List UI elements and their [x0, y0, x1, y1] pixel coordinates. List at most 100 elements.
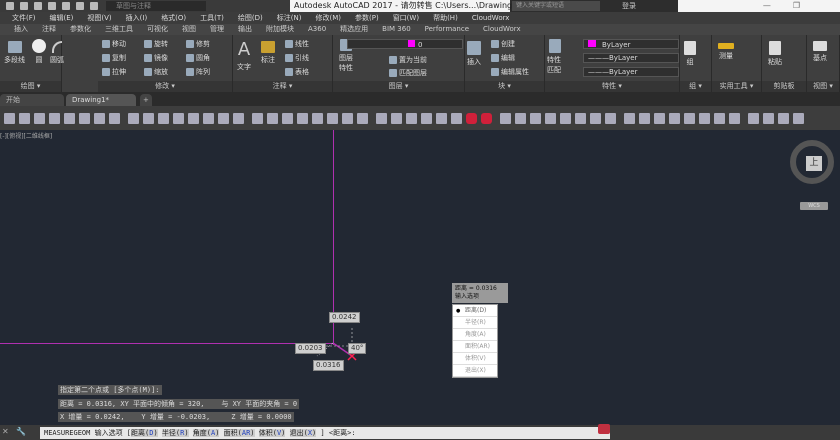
toolbar-tool-icon[interactable]	[79, 112, 90, 124]
login-button[interactable]: 登录	[622, 0, 636, 12]
base-point-button[interactable]: 基点	[813, 41, 827, 63]
paste-button[interactable]: 粘贴	[768, 41, 782, 67]
toolbar-tool-icon[interactable]	[530, 112, 541, 124]
modify-0-button[interactable]: 移动	[102, 39, 126, 49]
app-menu-icon[interactable]	[6, 2, 14, 10]
new-icon[interactable]	[20, 2, 28, 10]
menu-item[interactable]: CloudWorx	[472, 12, 510, 24]
save-icon[interactable]	[48, 2, 56, 10]
toolbar-tool-icon[interactable]	[218, 112, 229, 124]
open-icon[interactable]	[34, 2, 42, 10]
maximize-icon[interactable]: ❐	[793, 0, 800, 12]
command-option[interactable]: 角度(A)	[192, 429, 220, 437]
modify-3-button[interactable]: 复制	[102, 53, 126, 63]
modify-1-button[interactable]: 旋转	[144, 39, 168, 49]
toolbar-tool-icon[interactable]	[327, 112, 338, 124]
undo-icon[interactable]	[76, 2, 84, 10]
tab-drawing1[interactable]: Drawing1*	[66, 94, 136, 106]
option-1[interactable]: 半径(R)	[453, 317, 497, 329]
modify-5-button[interactable]: 圆角	[186, 53, 210, 63]
modify-8-button[interactable]: 阵列	[186, 67, 210, 77]
toolbar-tool-icon[interactable]	[500, 112, 511, 124]
ribbon-tab[interactable]: 可视化	[147, 24, 168, 35]
toolbar-tool-icon[interactable]	[342, 112, 353, 124]
menu-item[interactable]: 绘图(D)	[238, 12, 263, 24]
ribbon-tab[interactable]: 视图	[182, 24, 196, 35]
create-block-button[interactable]: 创建	[491, 39, 515, 49]
leader-button[interactable]: 引线	[285, 53, 309, 63]
menu-item[interactable]: 窗口(W)	[393, 12, 419, 24]
color-dropdown[interactable]: ByLayer	[583, 39, 679, 49]
measure-button[interactable]: 测量	[718, 43, 734, 61]
insert-button[interactable]: 插入	[467, 41, 481, 67]
option-4[interactable]: 体积(V)	[453, 353, 497, 365]
ribbon-tab[interactable]: 参数化	[70, 24, 91, 35]
toolbar-tool-icon[interactable]	[19, 112, 30, 124]
toolbar-tool-icon[interactable]	[267, 112, 278, 124]
toolbar-tool-icon[interactable]	[312, 112, 323, 124]
set-current-button[interactable]: 置为当前	[389, 55, 427, 65]
ribbon-tab[interactable]: 注释	[42, 24, 56, 35]
text-button[interactable]: A 文字	[237, 39, 251, 72]
command-option[interactable]: 面积(AR)	[223, 429, 255, 437]
arc-button[interactable]: 圆弧	[50, 41, 64, 65]
toolbar-tool-icon[interactable]	[357, 112, 368, 124]
command-option[interactable]: 体积(V)	[258, 429, 286, 437]
toolbar-tool-icon[interactable]	[4, 112, 15, 124]
polyline-button[interactable]: 多段线	[4, 41, 25, 65]
ribbon-tab[interactable]: 精选应用	[340, 24, 368, 35]
layer-dropdown[interactable]: 0	[347, 39, 463, 49]
new-tab-button[interactable]: +	[140, 94, 152, 106]
menu-item[interactable]: 帮助(H)	[433, 12, 458, 24]
toolbar-tool-icon[interactable]	[778, 112, 789, 124]
toolbar-tool-icon[interactable]	[421, 112, 432, 124]
toolbar-tool-icon[interactable]	[466, 112, 477, 124]
menu-item[interactable]: 编辑(E)	[50, 12, 74, 24]
toolbar-tool-icon[interactable]	[605, 112, 616, 124]
group-button[interactable]: 组	[684, 41, 696, 67]
toolbar-tool-icon[interactable]	[34, 112, 45, 124]
option-3[interactable]: 面积(AR)	[453, 341, 497, 353]
toolbar-tool-icon[interactable]	[109, 112, 120, 124]
menu-item[interactable]: 文件(F)	[12, 12, 36, 24]
toolbar-tool-icon[interactable]	[590, 112, 601, 124]
toolbar-tool-icon[interactable]	[282, 112, 293, 124]
toolbar-tool-icon[interactable]	[639, 112, 650, 124]
ribbon-tab[interactable]: CloudWorx	[483, 24, 521, 35]
toolbar-tool-icon[interactable]	[699, 112, 710, 124]
toolbar-tool-icon[interactable]	[560, 112, 571, 124]
toolbar-tool-icon[interactable]	[481, 112, 492, 124]
toolbar-tool-icon[interactable]	[391, 112, 402, 124]
toolbar-tool-icon[interactable]	[233, 112, 244, 124]
toolbar-tool-icon[interactable]	[94, 112, 105, 124]
toolbar-tool-icon[interactable]	[436, 112, 447, 124]
dimension-button[interactable]: 标注	[261, 41, 275, 65]
toolbar-tool-icon[interactable]	[252, 112, 263, 124]
modify-7-button[interactable]: 缩放	[144, 67, 168, 77]
toolbar-tool-icon[interactable]	[515, 112, 526, 124]
modify-4-button[interactable]: 镜像	[144, 53, 168, 63]
toolbar-tool-icon[interactable]	[173, 112, 184, 124]
toolbar-tool-icon[interactable]	[545, 112, 556, 124]
match-properties-button[interactable]: 特性匹配	[547, 39, 563, 75]
wrench-icon[interactable]: 🔧	[16, 427, 26, 436]
toolbar-tool-icon[interactable]	[188, 112, 199, 124]
minimize-icon[interactable]: —	[763, 0, 771, 12]
close-icon[interactable]: ✕	[2, 427, 9, 436]
ribbon-tab[interactable]: 输出	[238, 24, 252, 35]
tab-start[interactable]: 开始	[0, 94, 64, 106]
linetype-dropdown[interactable]: ———ByLayer	[583, 53, 679, 63]
option-0[interactable]: 距离(D)	[453, 305, 497, 317]
ribbon-tab[interactable]: Performance	[425, 24, 469, 35]
ribbon-tab[interactable]: 插入	[14, 24, 28, 35]
toolbar-tool-icon[interactable]	[49, 112, 60, 124]
toolbar-tool-icon[interactable]	[297, 112, 308, 124]
menu-item[interactable]: 视图(V)	[87, 12, 111, 24]
ribbon-tab[interactable]: 三维工具	[105, 24, 133, 35]
menu-item[interactable]: 工具(T)	[200, 12, 224, 24]
table-button[interactable]: 表格	[285, 67, 309, 77]
toolbar-tool-icon[interactable]	[684, 112, 695, 124]
toolbar-tool-icon[interactable]	[376, 112, 387, 124]
redo-icon[interactable]	[90, 2, 98, 10]
toolbar-tool-icon[interactable]	[763, 112, 774, 124]
